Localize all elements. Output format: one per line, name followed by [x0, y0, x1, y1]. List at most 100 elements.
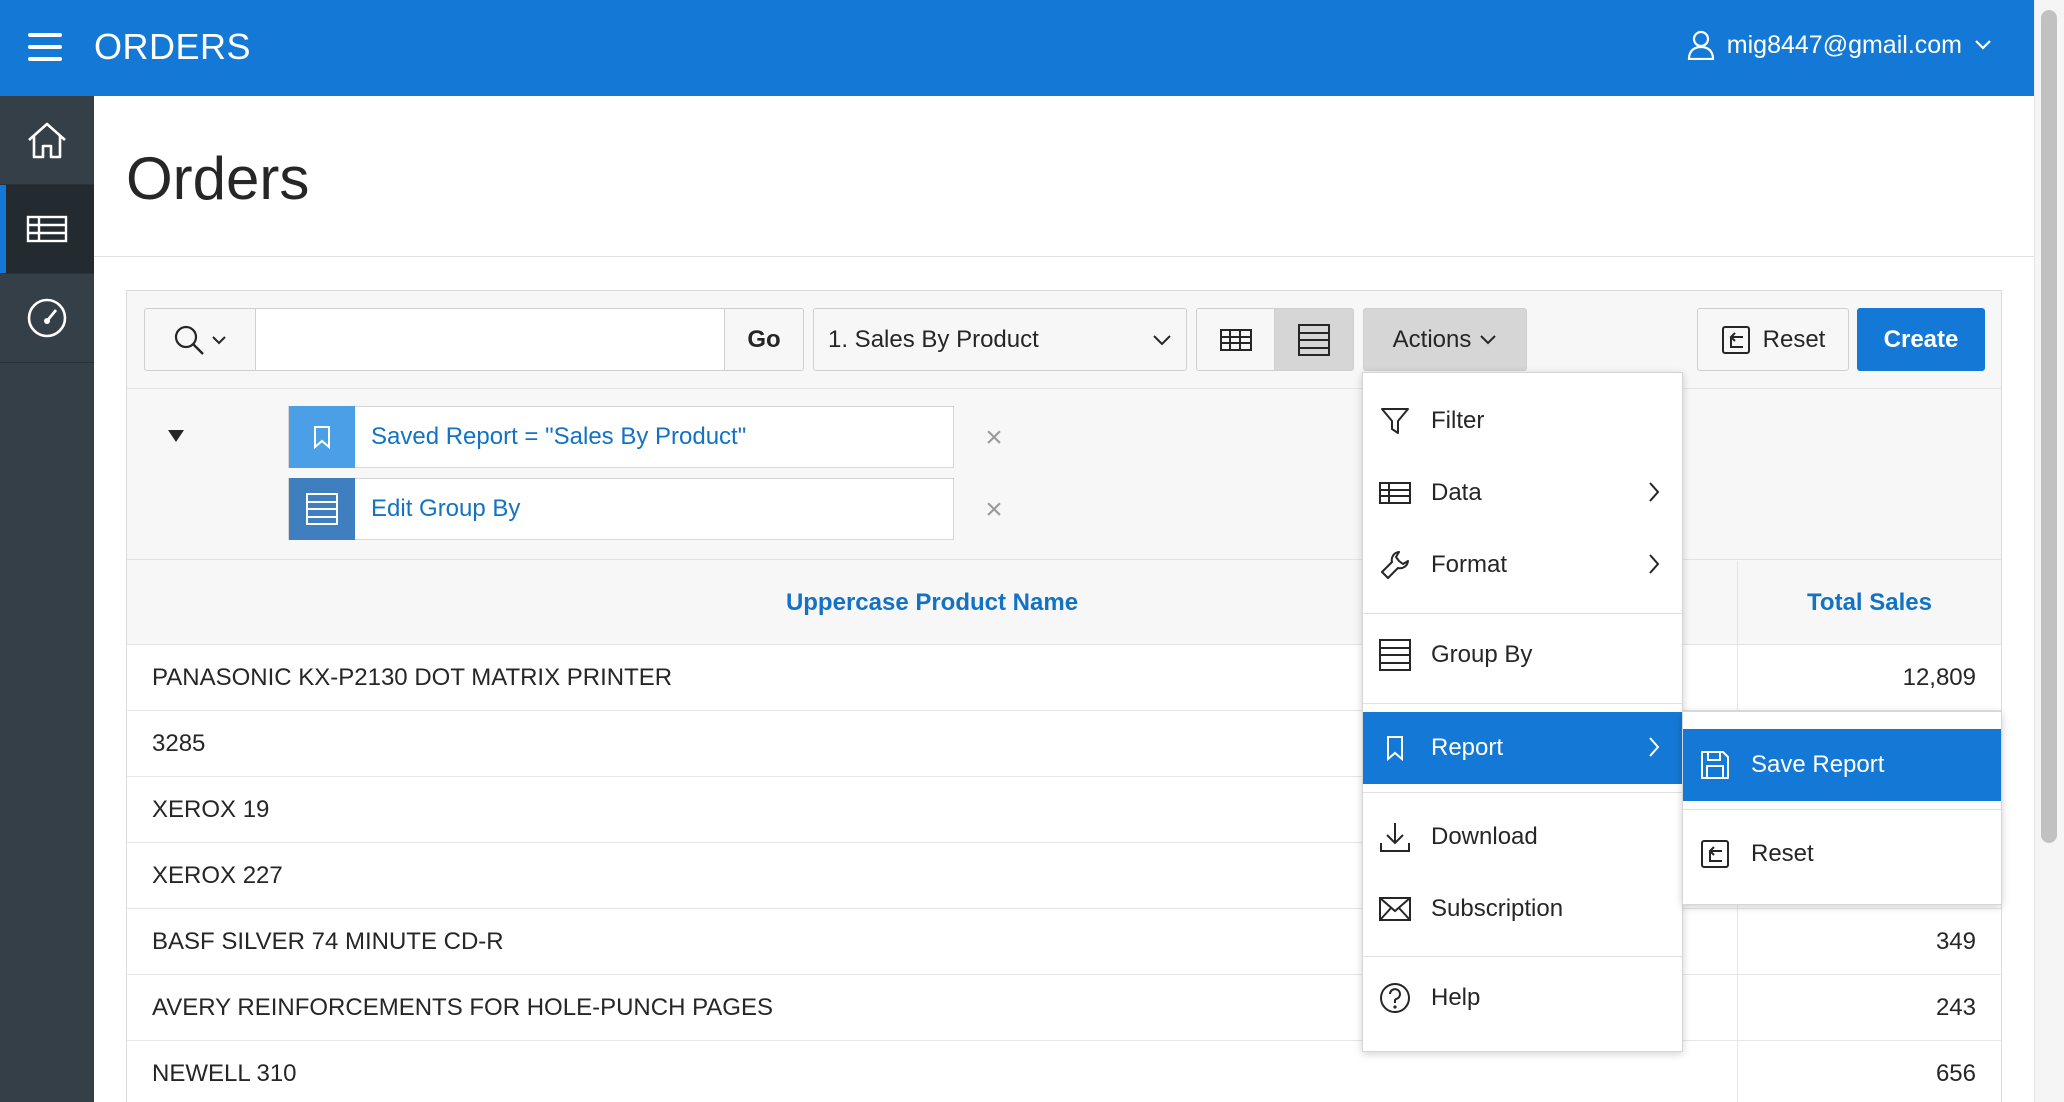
product-name-cell: 3285 [152, 730, 206, 757]
setting-label: Saved Report = "Sales By Product" [371, 423, 747, 450]
nav-item-home[interactable] [0, 96, 94, 185]
user-icon [1687, 30, 1714, 60]
menu-item-label: Format [1431, 551, 1508, 578]
table-icon [26, 215, 68, 243]
submenu-item-label: Save Report [1751, 751, 1885, 778]
reset-label: Reset [1762, 325, 1826, 353]
nav-item-dashboard[interactable] [0, 274, 94, 363]
remove-setting-icon[interactable]: × [984, 495, 1004, 525]
chevron-down-icon [1975, 40, 1991, 50]
go-button[interactable]: Go [724, 308, 804, 371]
chevron-right-icon [1649, 737, 1660, 757]
actions-menu: Filter Data Format Group By Report Downl… [1362, 372, 1683, 1052]
menu-item-label: Subscription [1431, 895, 1564, 922]
setting-label: Edit Group By [371, 495, 521, 522]
menu-item-data[interactable]: Data [1363, 457, 1682, 529]
search-input[interactable] [255, 308, 725, 371]
table-icon [1219, 328, 1252, 351]
menu-item-group-by[interactable]: Group By [1363, 619, 1682, 691]
group-by-icon [1377, 637, 1413, 673]
total-sales-cell: 349 [1737, 909, 2001, 975]
setting-group-by[interactable]: Edit Group By [288, 478, 954, 540]
product-name-cell: XEROX 19 [152, 796, 270, 823]
saved-report-value: 1. Sales By Product [828, 325, 1039, 353]
product-name-cell: XEROX 227 [152, 862, 283, 889]
menu-item-subscription[interactable]: Subscription [1363, 873, 1682, 945]
table-row: PANASONIC KX-P2130 DOT MATRIX PRINTER 12… [127, 645, 2001, 711]
nav-item-orders-report[interactable] [0, 185, 94, 274]
menu-separator [1363, 613, 1682, 614]
menu-separator [1683, 809, 2001, 810]
chevron-right-icon [1649, 482, 1660, 502]
chevron-down-icon [1480, 335, 1497, 345]
table-icon [1377, 475, 1413, 511]
view-grid-button[interactable] [1196, 308, 1275, 371]
search-column-toggle[interactable] [144, 308, 256, 371]
menu-item-format[interactable]: Format [1363, 529, 1682, 601]
product-name-cell: NEWELL 310 [152, 1060, 297, 1087]
report-submenu: Save Report Reset [1682, 711, 2002, 905]
table-header: Uppercase Product Name Total Sales [127, 561, 2001, 645]
menu-separator [1363, 792, 1682, 793]
wrench-icon [1377, 547, 1413, 583]
product-name-cell: PANASONIC KX-P2130 DOT MATRIX PRINTER [152, 664, 673, 691]
actions-button[interactable]: Actions [1363, 308, 1527, 371]
reset-icon [1721, 325, 1750, 354]
actions-label: Actions [1392, 325, 1472, 353]
menu-item-download[interactable]: Download [1363, 801, 1682, 873]
menu-separator [1363, 703, 1682, 704]
create-button[interactable]: Create [1857, 308, 1985, 371]
menu-separator [1363, 956, 1682, 957]
search-icon [174, 325, 204, 355]
submenu-item-label: Reset [1751, 840, 1814, 867]
column-header-total-sales[interactable]: Total Sales [1737, 561, 2001, 645]
product-name-cell: AVERY REINFORCEMENTS FOR HOLE-PUNCH PAGE… [152, 994, 773, 1021]
product-name-cell: BASF SILVER 74 MINUTE CD-R [152, 928, 504, 955]
table-row: BASF SILVER 74 MINUTE CD-R 349 [127, 909, 2001, 975]
page-title: Orders [126, 145, 310, 212]
filter-icon [1377, 403, 1413, 439]
home-icon [28, 122, 66, 159]
group-by-icon [1298, 323, 1330, 356]
total-sales-cell: 656 [1737, 1041, 2001, 1102]
chevron-right-icon [1649, 554, 1660, 574]
view-group-by-button[interactable] [1274, 308, 1354, 371]
download-icon [1377, 819, 1413, 855]
page-scrollbar-thumb[interactable] [2041, 10, 2057, 843]
menu-item-label: Report [1431, 734, 1504, 761]
menu-item-label: Data [1431, 479, 1482, 506]
menu-item-report[interactable]: Report [1363, 712, 1682, 784]
submenu-item-reset[interactable]: Reset [1683, 818, 2001, 890]
side-navigation [0, 96, 94, 1102]
bookmark-icon [289, 406, 355, 468]
group-by-icon [289, 478, 355, 540]
envelope-icon [1377, 891, 1413, 927]
menu-item-help[interactable]: Help [1363, 962, 1682, 1034]
collapse-settings-icon[interactable] [168, 430, 184, 442]
menu-item-label: Help [1431, 984, 1481, 1011]
remove-setting-icon[interactable]: × [984, 423, 1004, 453]
hamburger-menu-icon[interactable] [28, 33, 62, 61]
total-sales-cell: 12,809 [1737, 645, 2001, 711]
menu-item-filter[interactable]: Filter [1363, 385, 1682, 457]
app-title[interactable]: ORDERS [94, 26, 251, 68]
table-row: AVERY REINFORCEMENTS FOR HOLE-PUNCH PAGE… [127, 975, 2001, 1041]
chevron-down-icon [1153, 334, 1171, 345]
menu-item-label: Group By [1431, 641, 1533, 668]
bookmark-icon [1377, 730, 1413, 766]
menu-item-label: Filter [1431, 407, 1485, 434]
setting-saved-report[interactable]: Saved Report = "Sales By Product" [288, 406, 954, 468]
gauge-icon [27, 298, 67, 338]
total-sales-cell: 243 [1737, 975, 2001, 1041]
submenu-item-save-report[interactable]: Save Report [1683, 729, 2001, 801]
save-icon [1697, 747, 1733, 783]
menu-item-label: Download [1431, 823, 1538, 850]
user-menu[interactable]: mig8447@gmail.com [1687, 30, 1992, 60]
chevron-down-icon [212, 335, 226, 344]
reset-button[interactable]: Reset [1697, 308, 1849, 371]
table-row: NEWELL 310 656 [127, 1041, 2001, 1102]
title-region: Orders [94, 96, 2034, 257]
top-bar: ORDERS mig8447@gmail.com [0, 0, 2034, 96]
user-email: mig8447@gmail.com [1726, 30, 1962, 59]
saved-report-select[interactable]: 1. Sales By Product [813, 308, 1187, 371]
